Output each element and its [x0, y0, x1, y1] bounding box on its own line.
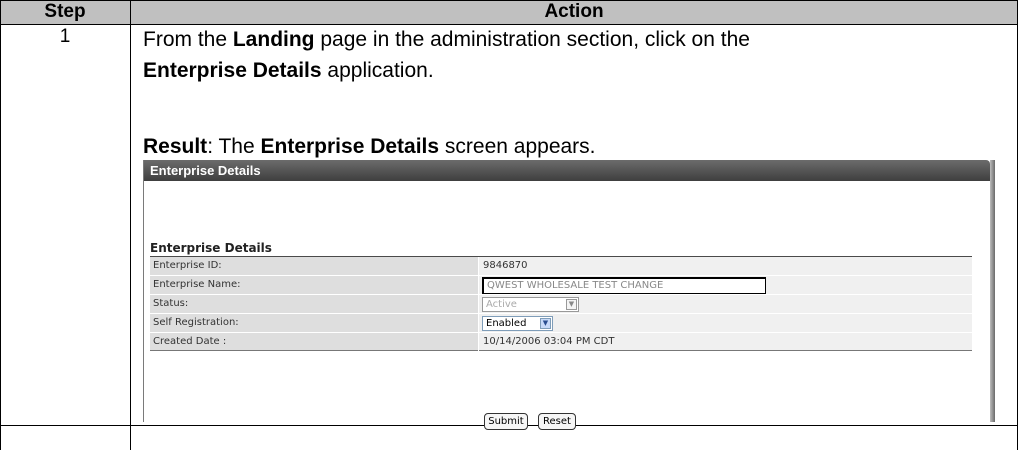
chevron-down-icon: ▼ — [540, 318, 551, 329]
instruction-text: application. — [321, 59, 434, 82]
table-border-left — [0, 0, 1, 450]
enterprise-name-input[interactable]: QWEST WHOLESALE TEST CHANGE — [482, 277, 766, 294]
step-column-header: Step — [44, 1, 86, 22]
self-registration-select-value: Enabled — [486, 318, 527, 329]
field-label: Status: — [150, 295, 478, 313]
result-text: : The — [207, 135, 261, 158]
table-column-divider — [130, 0, 131, 450]
step-number: 1 — [59, 26, 71, 47]
instruction-text: From the — [143, 28, 233, 51]
enterprise-id-value: 9846870 — [479, 257, 972, 275]
field-label: Enterprise Name: — [150, 276, 478, 294]
action-instruction: From the Landing page in the administrat… — [143, 24, 1003, 86]
result-label: Result — [143, 135, 208, 158]
section-title: Enterprise Details — [150, 241, 272, 255]
field-row-status: Status: Active ▼ — [150, 295, 972, 314]
field-row-enterprise-id: Enterprise ID: 9846870 — [150, 257, 972, 276]
chevron-down-icon: ▼ — [566, 299, 577, 310]
result-line: Result: The Enterprise Details screen ap… — [143, 133, 596, 161]
window-right-edge — [990, 160, 995, 422]
table-border-top — [0, 0, 1018, 1]
reset-button[interactable]: Reset — [538, 413, 576, 430]
status-select[interactable]: Active ▼ — [482, 297, 579, 312]
action-column-header: Action — [544, 1, 604, 22]
instruction-bold-app: Enterprise Details — [143, 59, 322, 82]
self-registration-select[interactable]: Enabled ▼ — [482, 316, 553, 331]
field-label: Created Date : — [150, 333, 478, 351]
procedure-table: Step Action 1 From the Landing page in t… — [0, 0, 1018, 450]
result-text: screen appears. — [439, 135, 596, 158]
submit-button[interactable]: Submit — [484, 413, 528, 430]
status-select-value: Active — [486, 299, 517, 310]
field-value-cell: Active ▼ — [479, 295, 972, 313]
field-row-created-date: Created Date : 10/14/2006 03:04 PM CDT — [150, 333, 972, 352]
field-label: Self Registration: — [150, 314, 478, 332]
enterprise-details-screenshot: Enterprise Details Enterprise Details En… — [143, 160, 995, 430]
field-value-cell: Enabled ▼ — [479, 314, 972, 332]
created-date-value: 10/14/2006 03:04 PM CDT — [479, 333, 972, 351]
field-label: Enterprise ID: — [150, 257, 478, 275]
instruction-bold-landing: Landing — [232, 28, 315, 51]
window-title-bar: Enterprise Details — [144, 160, 990, 181]
result-bold-screen: Enterprise Details — [260, 135, 440, 158]
field-value-cell: QWEST WHOLESALE TEST CHANGE — [479, 276, 972, 294]
field-row-enterprise-name: Enterprise Name: QWEST WHOLESALE TEST CH… — [150, 276, 972, 295]
instruction-text: page in the administration section, clic… — [314, 28, 750, 51]
field-row-self-registration: Self Registration: Enabled ▼ — [150, 314, 972, 333]
